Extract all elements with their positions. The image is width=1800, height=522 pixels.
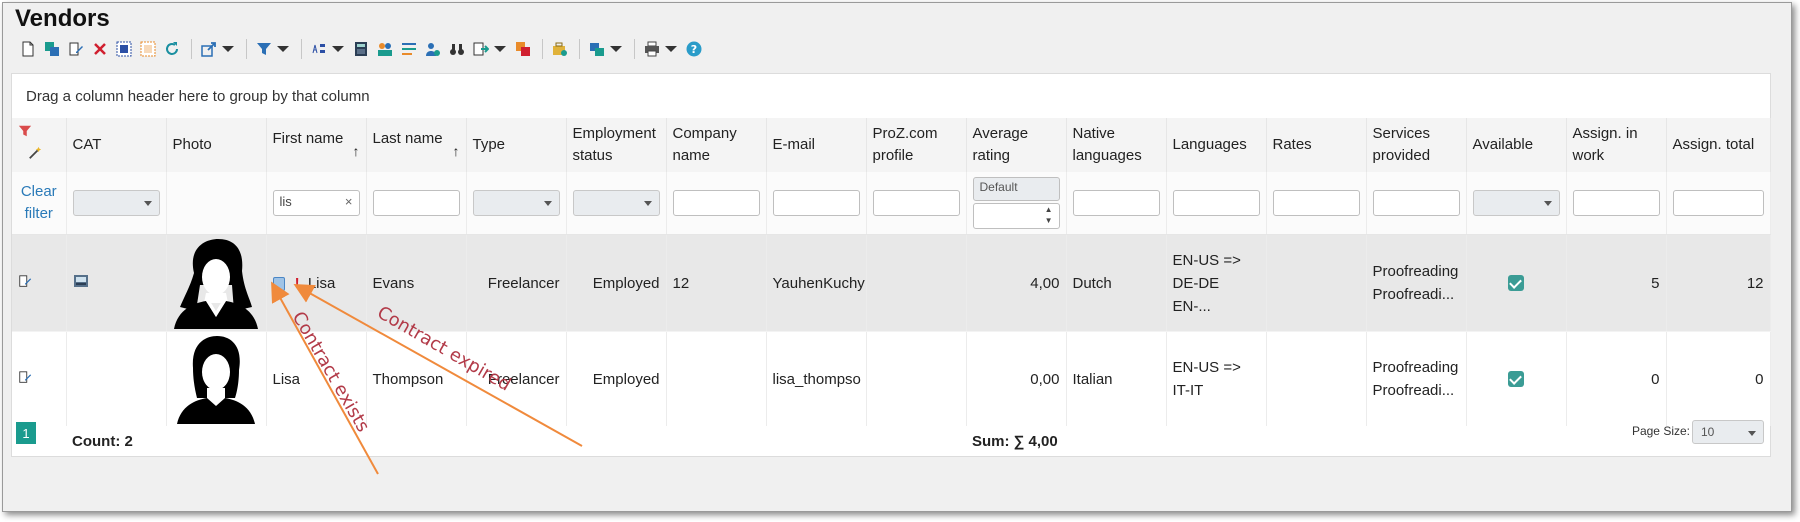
annotation-overlay: Contract exists Contract expired: [271, 281, 583, 475]
contract-expired-label: Contract expired: [374, 302, 515, 395]
contract-exists-label: Contract exists: [288, 308, 374, 436]
